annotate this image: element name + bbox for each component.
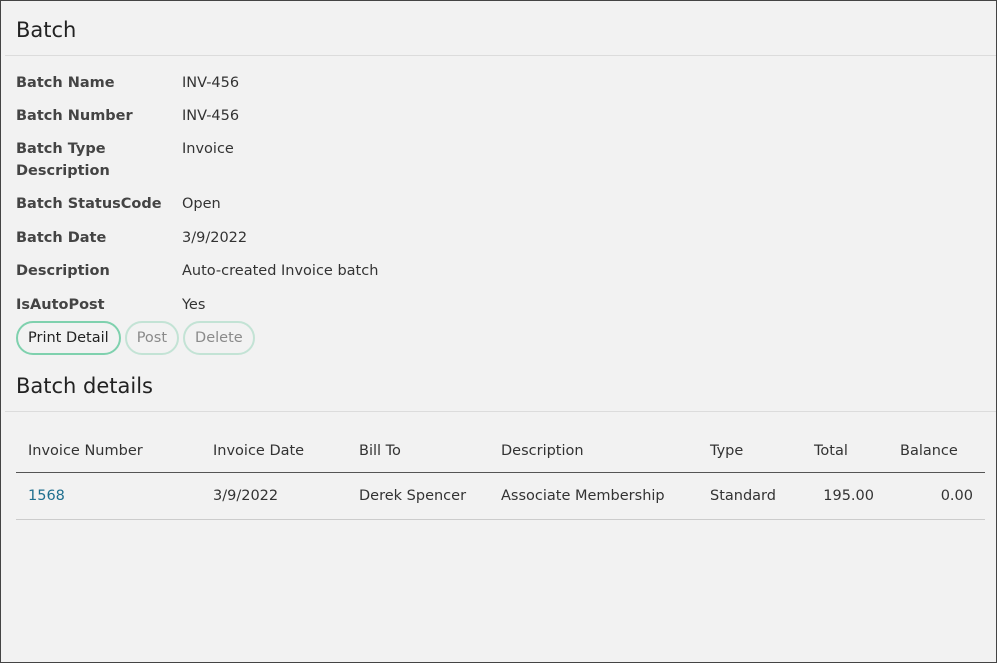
bill-to-cell: Derek Spencer xyxy=(359,472,501,520)
column-header-bill-to[interactable]: Bill To xyxy=(359,429,501,473)
field-value: Open xyxy=(182,196,221,212)
column-header-total[interactable]: Total xyxy=(814,429,900,473)
field-value: Auto-created Invoice batch xyxy=(182,263,379,279)
column-header-description[interactable]: Description xyxy=(501,429,710,473)
print-detail-button[interactable]: Print Detail xyxy=(16,321,121,355)
field-label: Batch Name xyxy=(16,75,115,91)
total-cell: 195.00 xyxy=(814,472,900,520)
delete-button[interactable]: Delete xyxy=(183,321,255,355)
field-label: Batch Number xyxy=(16,108,133,124)
field-label: Batch Type Description xyxy=(16,141,110,179)
batch-page: Batch Batch Name INV-456 Batch Number IN… xyxy=(0,0,997,663)
field-value: INV-456 xyxy=(182,75,240,91)
field-value: Yes xyxy=(182,297,206,313)
table-header-row: Invoice Number Invoice Date Bill To Desc… xyxy=(16,429,985,473)
batch-details-title: Batch details xyxy=(16,374,154,398)
field-label: IsAutoPost xyxy=(16,297,105,313)
title-divider xyxy=(5,55,996,56)
field-value: INV-456 xyxy=(182,108,240,124)
batch-actions: Print Detail Post Delete xyxy=(16,321,255,355)
type-cell: Standard xyxy=(710,472,814,520)
column-header-type[interactable]: Type xyxy=(710,429,814,473)
table-row: 1568 3/9/2022 Derek Spencer Associate Me… xyxy=(16,472,985,520)
invoice-number-link[interactable]: 1568 xyxy=(28,488,65,504)
field-value: Invoice xyxy=(182,141,234,157)
column-header-balance[interactable]: Balance xyxy=(900,429,985,473)
field-label: Batch Date xyxy=(16,230,107,246)
balance-cell: 0.00 xyxy=(900,472,985,520)
field-label: Description xyxy=(16,263,110,279)
section-divider xyxy=(5,411,996,412)
post-button[interactable]: Post xyxy=(124,321,180,355)
batch-details-table: Invoice Number Invoice Date Bill To Desc… xyxy=(16,429,985,520)
field-value: 3/9/2022 xyxy=(182,230,248,246)
column-header-invoice-date[interactable]: Invoice Date xyxy=(213,429,359,473)
invoice-number-cell: 1568 xyxy=(16,472,213,520)
column-header-invoice-number[interactable]: Invoice Number xyxy=(16,429,213,473)
description-cell: Associate Membership xyxy=(501,472,710,520)
page-title: Batch xyxy=(16,18,77,42)
field-label: Batch StatusCode xyxy=(16,196,162,212)
invoice-date-cell: 3/9/2022 xyxy=(213,472,359,520)
